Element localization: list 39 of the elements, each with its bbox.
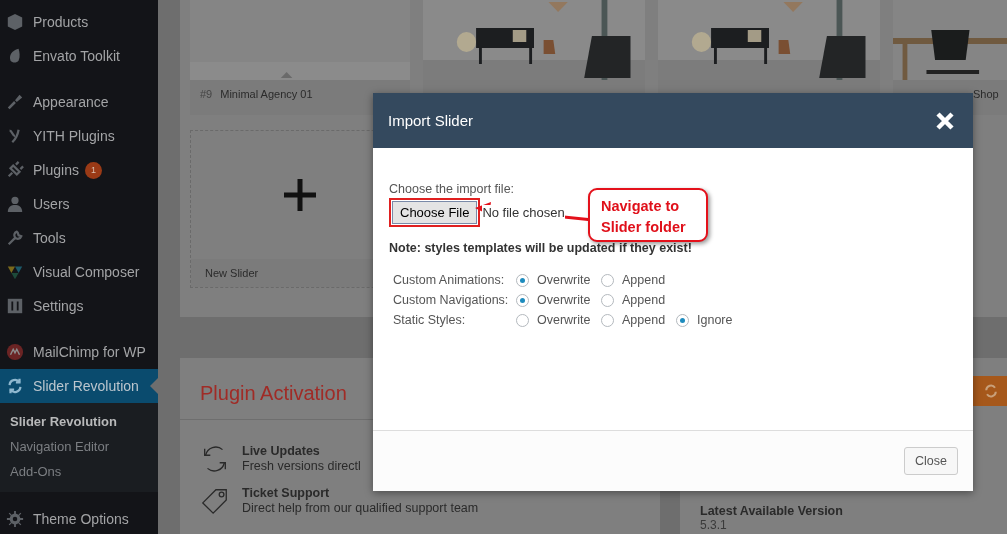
sidebar-item[interactable]: Slider Revolution	[0, 369, 158, 403]
slider-title: Minimal Agency 01	[220, 88, 313, 100]
sidebar-item[interactable]: MailChimp for WP	[0, 335, 158, 369]
submenu-item[interactable]: Navigation Editor	[0, 434, 158, 459]
sidebar-item[interactable]: YITH Plugins	[0, 119, 158, 153]
option-label: Custom Navigations:	[393, 293, 510, 307]
sidebar-item[interactable]: Envato Toolkit	[0, 39, 158, 73]
submenu-item[interactable]: Add-Ons	[0, 459, 158, 484]
count-badge: 1	[84, 161, 102, 179]
sidebar-item[interactable]: Tools	[0, 221, 158, 255]
radio-label: Overwrite	[537, 273, 591, 287]
radio-label: Overwrite	[537, 293, 591, 307]
dialog-title: Import Slider	[388, 112, 474, 129]
radio-label: Overwrite	[537, 313, 591, 327]
sidebar-item[interactable]: Products	[0, 5, 158, 39]
choose-file-button[interactable]: Choose File	[392, 201, 478, 224]
option-label: Static Styles:	[393, 313, 467, 327]
submenu-item[interactable]: Slider Revolution	[0, 409, 158, 434]
sidebar-item[interactable]: Appearance	[0, 85, 158, 119]
sidebar-item[interactable]: Theme Options	[0, 502, 158, 534]
slider-title: Shop	[973, 88, 999, 100]
version-number: 5.3.1	[699, 518, 728, 532]
sidebar-item[interactable]: Settings	[0, 289, 158, 323]
radio-label: Append	[622, 293, 666, 307]
radio-label: Ignore	[697, 313, 733, 327]
feature-description: Direct help from our qualified support team	[242, 501, 479, 516]
file-status: No file chosen	[482, 205, 565, 220]
close-button[interactable]: Close	[904, 447, 958, 475]
radio-label: Append	[622, 273, 666, 287]
feature-title: Ticket Support	[242, 486, 331, 501]
radio-label: Append	[622, 313, 666, 327]
panel-title: Plugin Activation	[199, 381, 348, 406]
callout-note: Navigate to Slider folder	[588, 188, 708, 242]
feature-title: Live Updates	[242, 444, 321, 459]
sidebar-item[interactable]: Users	[0, 187, 158, 221]
version-heading: Latest Available Version	[699, 504, 844, 518]
sidebar-item[interactable]: Plugins 1	[0, 153, 158, 187]
feature-description: Fresh versions directl	[242, 459, 361, 474]
sidebar-item[interactable]: Visual Composer	[0, 255, 158, 289]
